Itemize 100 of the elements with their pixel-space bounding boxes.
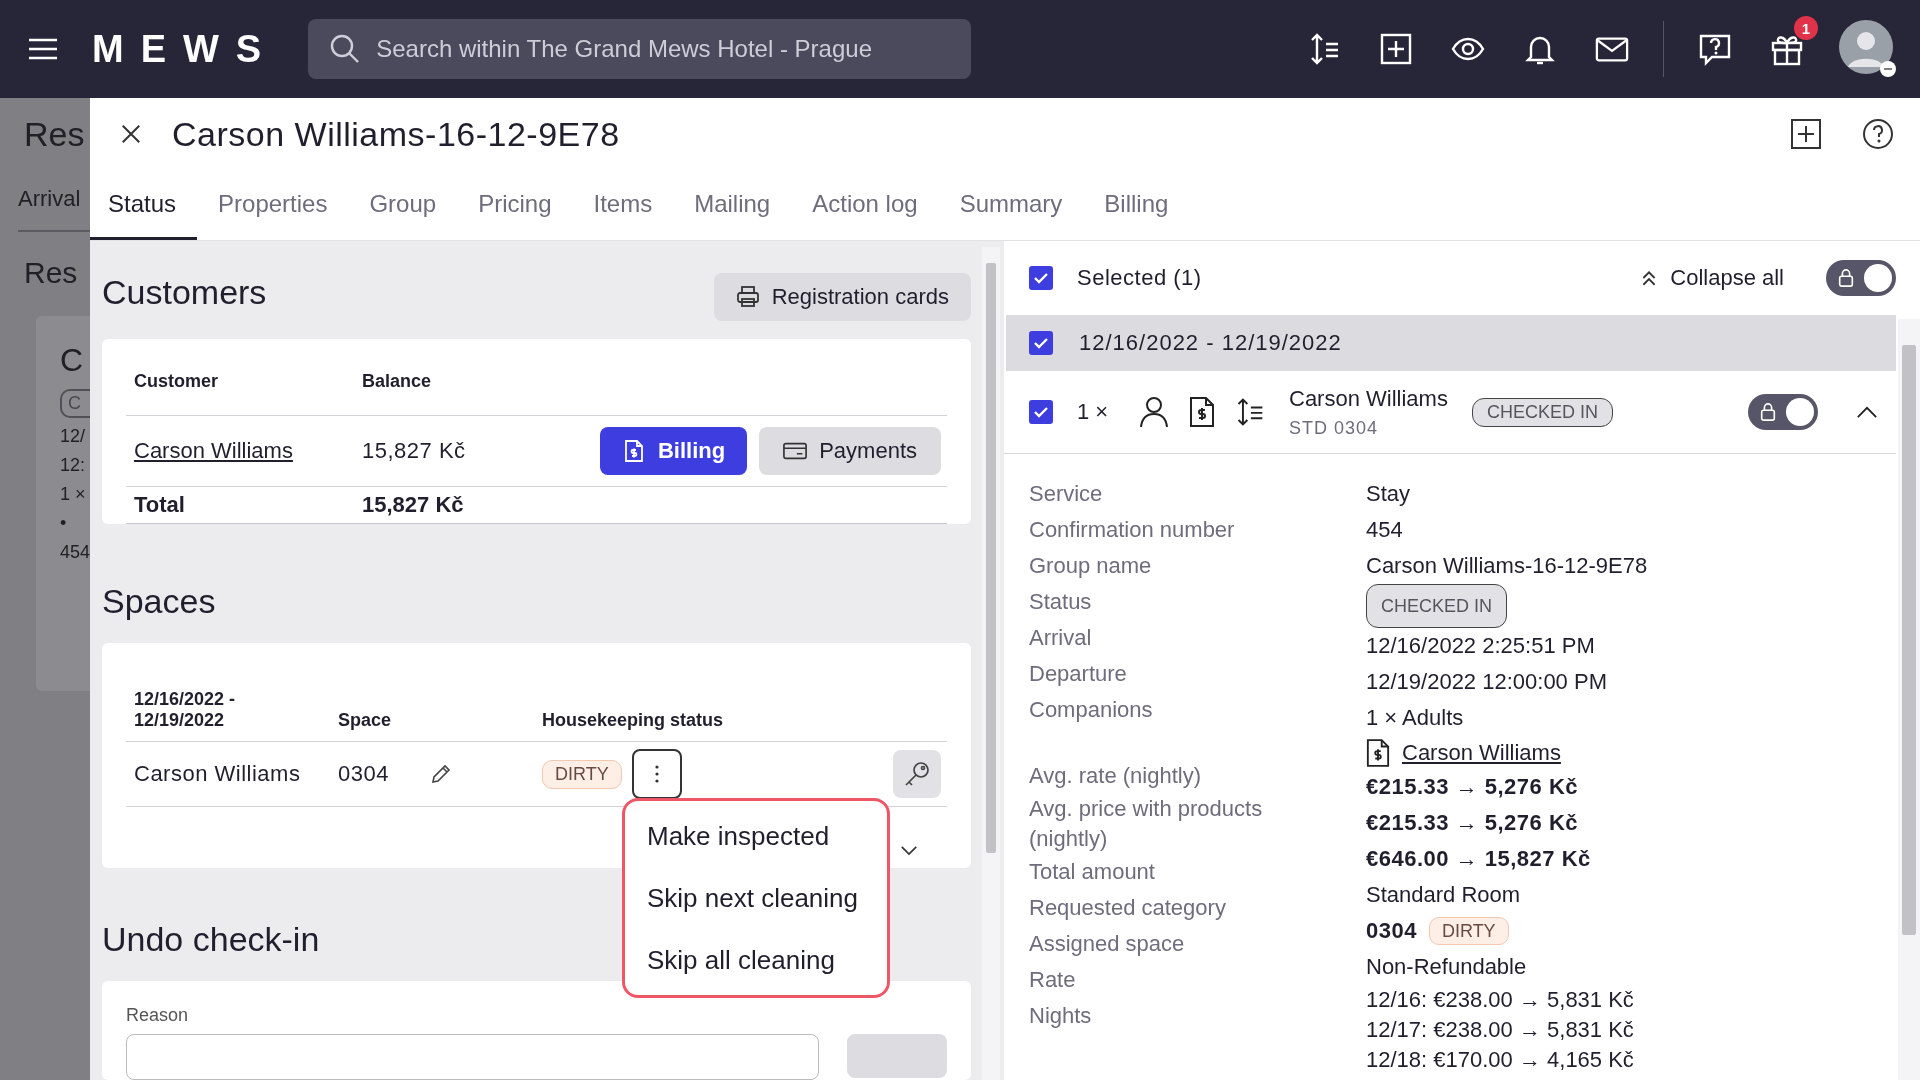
housekeeping-badge: DIRTY [542, 759, 622, 789]
card-text: • [60, 513, 68, 534]
more-icon [653, 764, 660, 784]
chevron-down-icon[interactable] [900, 845, 918, 856]
column-header: Balance [362, 371, 433, 392]
detail-label: Confirmation number [1029, 516, 1236, 544]
scrollbar[interactable] [982, 247, 1000, 1080]
menu-item[interactable]: Skip all cleaning [625, 944, 887, 976]
detail-label: Group name [1029, 552, 1153, 580]
detail-value: 12/16: €238.00 → 5,831 Kč [1366, 986, 1635, 1014]
detail-value: 454 [1366, 516, 1404, 544]
billing-button[interactable]: Billing [599, 427, 748, 475]
guest-name: Carson Williams [1289, 385, 1448, 412]
card-text: 454 [60, 542, 90, 563]
section-heading: Res [24, 256, 79, 290]
scrollbar[interactable] [1898, 319, 1920, 1080]
space-number: 0304 [1366, 917, 1417, 945]
sort-icon [1235, 396, 1265, 428]
close-icon[interactable] [120, 123, 142, 145]
reservation-title: Carson Williams-16-12-9E78 [172, 114, 621, 154]
detail-value: Carson Williams-16-12-9E78 [1366, 552, 1648, 580]
invoice-icon [1187, 396, 1217, 428]
key-button[interactable] [893, 750, 941, 798]
checkbox[interactable] [1029, 331, 1053, 355]
detail-value: 1 × Adults [1366, 704, 1465, 732]
tab[interactable]: Action log [791, 170, 939, 240]
checkbox[interactable] [1029, 266, 1053, 290]
lock-toggle[interactable] [1826, 260, 1896, 296]
menu-item[interactable]: Make inspected [625, 820, 887, 852]
companion-link[interactable]: Carson Williams [1402, 734, 1561, 771]
notification-badge: 1 [1794, 16, 1818, 40]
card-text: 1 × [60, 484, 87, 505]
detail-label: Status [1029, 588, 1093, 616]
checkbox[interactable] [1029, 400, 1053, 424]
detail-value: €215.33 → 5,276 Kč [1366, 809, 1580, 837]
room-label: STD 0304 [1289, 417, 1380, 439]
menu-icon[interactable] [28, 38, 58, 60]
detail-value: Stay [1366, 480, 1412, 508]
status-badge: CHECKED IN [1471, 397, 1613, 427]
selected-count: Selected (1) [1077, 265, 1202, 291]
tab[interactable]: Properties [197, 170, 349, 240]
column-header: 12/16/2022 - 12/19/2022 [133, 689, 237, 731]
menu-item[interactable]: Skip next cleaning [625, 882, 887, 914]
invoice-icon [1366, 737, 1390, 768]
lock-toggle[interactable] [1748, 394, 1818, 430]
lock-icon [1759, 402, 1777, 422]
detail-value: €646.00 → 15,827 Kč [1366, 845, 1592, 873]
customer-link[interactable]: Carson Williams [126, 438, 362, 464]
card-title: C [60, 342, 85, 379]
detail-label: Requested category [1029, 894, 1227, 922]
tab[interactable]: Summary [938, 170, 1084, 240]
detail-label: Nights [1029, 1002, 1093, 1030]
space-number: 0304 [338, 761, 389, 787]
status-badge: CHECKED IN [1366, 584, 1507, 628]
detail-label: Companions [1029, 696, 1154, 724]
key-icon [903, 760, 931, 788]
detail-label: Total amount [1029, 858, 1156, 886]
detail-label: Avg. rate (nightly) [1029, 762, 1202, 790]
logo[interactable]: MEWS [92, 27, 279, 71]
card-text: 12: [60, 455, 87, 476]
tab[interactable]: Group [348, 170, 458, 240]
detail-value: Non-Refundable [1366, 953, 1528, 981]
tab[interactable]: Pricing [457, 170, 573, 240]
guest-name: Carson Williams [133, 761, 302, 787]
registration-cards-button[interactable]: Registration cards [713, 273, 971, 321]
chevron-up-icon[interactable] [1856, 405, 1878, 419]
tab[interactable]: Items [572, 170, 674, 240]
page-title: Res [24, 115, 86, 154]
section-heading: Spaces [102, 582, 216, 621]
help-icon[interactable] [1698, 32, 1732, 66]
column-header: Housekeeping status [542, 710, 725, 731]
detail-label: Arrival [1029, 624, 1093, 652]
date-range: 12/16/2022 - 12/19/2022 [1079, 330, 1342, 356]
more-options-button[interactable] [631, 749, 682, 799]
printer-icon [735, 285, 760, 309]
column-header: Space [338, 710, 393, 731]
search-field[interactable]: Search within The Grand Mews Hotel - Prague [308, 19, 972, 79]
total-label: Total [133, 492, 186, 518]
person-icon [1139, 396, 1169, 428]
column-header: Customer [133, 371, 219, 392]
detail-value: 12/17: €238.00 → 5,831 Kč [1366, 1016, 1635, 1044]
section-heading: Customers [102, 273, 267, 312]
detail-value: 12/19/2022 12:00:00 PM [1366, 668, 1608, 696]
detail-label: Assigned space [1029, 930, 1186, 958]
avatar-icon[interactable] [1838, 19, 1898, 79]
lock-icon [1837, 268, 1855, 288]
guest-count: 1 × [1077, 399, 1110, 425]
reason-field[interactable] [126, 1034, 819, 1080]
detail-value: Standard Room [1366, 881, 1522, 909]
tab[interactable]: Mailing [673, 170, 792, 240]
help-icon[interactable] [1862, 118, 1894, 150]
collapse-all-button[interactable]: Collapse all [1634, 264, 1790, 292]
search-icon [330, 34, 361, 64]
detail-value: 12/18: €170.00 → 4,165 Kč [1366, 1046, 1635, 1074]
detail-label: Rate [1029, 966, 1077, 994]
payments-button[interactable]: Payments [759, 427, 941, 475]
tab[interactable]: Billing [1083, 170, 1190, 240]
detail-label: Service [1029, 480, 1104, 508]
add-icon[interactable] [1790, 118, 1822, 150]
detail-label: Departure [1029, 660, 1128, 688]
